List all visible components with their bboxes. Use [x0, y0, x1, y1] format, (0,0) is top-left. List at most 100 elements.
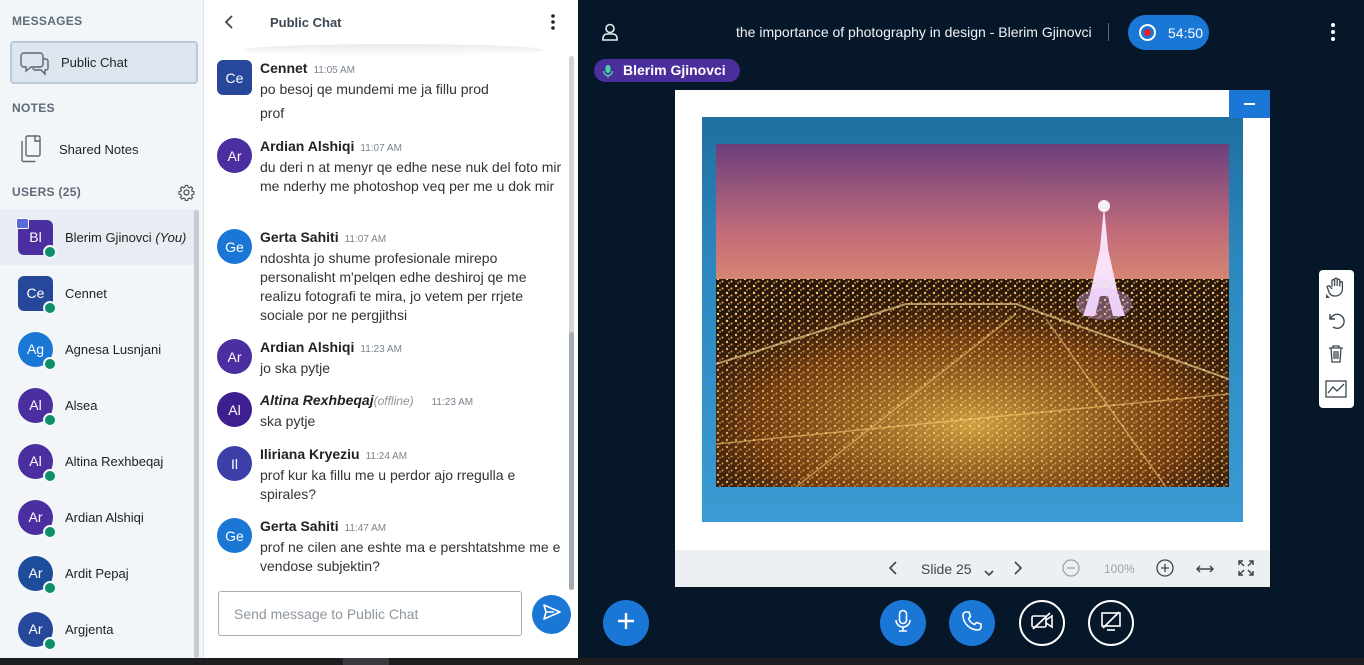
user-row[interactable]: Bl Blerim Gjinovci (You)	[0, 209, 196, 265]
message-header: Cennet 11:05 AM	[260, 60, 355, 76]
microphone-icon	[894, 609, 912, 638]
avatar-initials: Ar	[28, 509, 43, 525]
avatar-initials: Ar	[227, 348, 242, 365]
kebab-menu-icon[interactable]	[1330, 22, 1336, 47]
slide-select[interactable]: Slide 25	[921, 561, 972, 577]
avatar: Ag	[18, 331, 57, 371]
leave-audio-button[interactable]	[949, 600, 995, 646]
chat-scrollbar[interactable]	[569, 56, 574, 590]
user-row[interactable]: Al Alsea	[0, 377, 196, 433]
chevron-left-icon[interactable]	[888, 560, 898, 581]
share-webcam-button[interactable]	[1019, 600, 1065, 646]
avatar-initials: Al	[228, 401, 241, 418]
message-time: 11:23 AM	[431, 397, 474, 408]
screen-share-off-icon	[1100, 610, 1122, 637]
avatar-initials: Bl	[29, 229, 42, 245]
chevron-right-icon[interactable]	[1013, 560, 1023, 581]
zoom-in-icon[interactable]	[1156, 559, 1174, 582]
avatar: Il	[217, 446, 252, 481]
fit-width-icon[interactable]	[1195, 562, 1215, 580]
user-row[interactable]: Ar Ardit Pepaj	[0, 545, 196, 601]
user-row[interactable]: Ar Argjenta	[0, 601, 196, 657]
avatar: Ce	[217, 60, 252, 95]
user-icon[interactable]	[600, 22, 620, 47]
avatar-initials: Al	[29, 453, 42, 469]
avatar-initials: Ar	[227, 147, 242, 164]
microphone-icon	[602, 63, 614, 86]
slide-photo-frame	[702, 117, 1243, 522]
avatar: Ge	[217, 229, 252, 264]
share-screen-button[interactable]	[1088, 600, 1134, 646]
headphones-status-icon	[43, 412, 57, 427]
user-name: Alsea	[65, 397, 98, 413]
message-time: 11:23 AM	[360, 344, 402, 355]
chevron-left-icon[interactable]	[224, 14, 234, 35]
user-list-sidebar: MESSAGES Public Chat NOTES Shared Notes …	[0, 0, 204, 658]
minimize-presentation-button[interactable]	[1229, 90, 1270, 118]
avatar-initials: Ar	[28, 621, 43, 637]
message-body: prof ne cilen ane eshte ma e pershtatshm…	[260, 539, 561, 574]
shared-notes-item[interactable]: Shared Notes	[10, 130, 198, 168]
hand-tool-icon[interactable]	[1325, 276, 1347, 303]
avatar-initials: Il	[231, 455, 238, 472]
messages-section-title: MESSAGES	[12, 14, 83, 28]
phone-icon	[961, 610, 983, 637]
recording-indicator[interactable]: 54:50	[1128, 15, 1209, 50]
user-list-scrollbar[interactable]	[194, 210, 199, 658]
user-name: Blerim Gjinovci (You)	[65, 230, 186, 245]
user-row[interactable]: Ce Cennet	[0, 265, 196, 321]
avatar: Al	[18, 443, 57, 483]
taskbar-strip	[0, 658, 1364, 665]
users-list: Bl Blerim Gjinovci (You) Ce Cennet Ag Ag…	[0, 209, 196, 657]
send-button[interactable]	[532, 595, 571, 634]
record-icon	[1139, 24, 1156, 41]
message-header: Gerta Sahiti 11:07 AM	[260, 229, 386, 245]
message-time: 11:24 AM	[365, 451, 408, 462]
user-name: Altina Rexhbeqaj	[65, 453, 164, 469]
avatar: Al	[18, 387, 57, 427]
message-header: Ardian Alshiqi 11:07 AM	[260, 138, 402, 154]
chat-title[interactable]: Public Chat	[270, 15, 342, 30]
zoom-level: 100%	[1104, 562, 1135, 576]
message-line: po besoj qe mundemi me ja fillu prod	[260, 81, 489, 97]
user-row[interactable]: Ag Agnesa Lusnjani	[0, 321, 196, 377]
chat-message-input[interactable]	[218, 591, 522, 636]
avatar: Ar	[217, 339, 252, 374]
zoom-out-icon[interactable]	[1062, 559, 1080, 582]
avatar: Al	[217, 392, 252, 427]
kebab-menu-icon[interactable]	[550, 13, 556, 36]
avatar: Ge	[217, 518, 252, 553]
user-row[interactable]: Al Altina Rexhbeqaj	[0, 433, 196, 489]
user-row[interactable]: Ar Ardian Alshiqi	[0, 489, 196, 545]
chat-scrollbar-thumb[interactable]	[569, 332, 574, 590]
headphones-status-icon	[43, 356, 57, 371]
chat-header: Public Chat	[204, 0, 578, 44]
avatar-initials: Ar	[28, 565, 43, 581]
talking-indicator: Blerim Gjinovci	[594, 59, 740, 82]
presentation-slide[interactable]	[675, 90, 1270, 550]
chat-bubbles-icon	[20, 50, 50, 83]
chevron-down-icon[interactable]	[984, 564, 994, 582]
notes-icon	[18, 134, 44, 169]
actions-button[interactable]	[603, 600, 649, 646]
message-header: Ardian Alshiqi 11:23 AM	[260, 339, 402, 355]
undo-icon[interactable]	[1325, 310, 1347, 337]
message-header: Gerta Sahiti 11:47 AM	[260, 518, 386, 534]
avatar-initials: Ge	[225, 527, 244, 544]
trash-icon[interactable]	[1325, 343, 1347, 370]
user-name: Agnesa Lusnjani	[65, 341, 162, 357]
public-chat-item[interactable]: Public Chat	[10, 41, 198, 84]
users-section-title: USERS (25)	[12, 185, 82, 199]
message-time: 11:07 AM	[344, 234, 387, 245]
microphone-button[interactable]	[880, 600, 926, 646]
sender-name: Gerta Sahiti	[260, 229, 339, 245]
avatar: Bl	[16, 217, 57, 259]
avatar: Ce	[18, 275, 57, 315]
message-body: ndoshta jo shume profesionale mirepo per…	[260, 250, 527, 323]
gear-icon[interactable]	[178, 184, 195, 206]
multi-user-whiteboard-icon[interactable]	[1325, 378, 1347, 405]
fullscreen-icon[interactable]	[1238, 560, 1254, 581]
slide-controls-bar: Slide 25 100%	[675, 550, 1270, 587]
avatar: Ar	[18, 611, 57, 651]
taskbar-item[interactable]	[343, 658, 389, 665]
